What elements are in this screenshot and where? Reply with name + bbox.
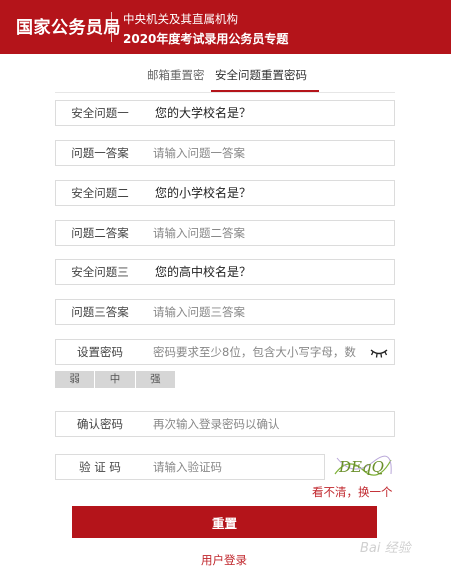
answer-1-input[interactable] xyxy=(153,143,389,163)
answer-3-row: 问题三答案 xyxy=(55,299,395,325)
user-login-link[interactable]: 用户登录 xyxy=(201,552,247,568)
captcha-input[interactable] xyxy=(153,457,321,477)
header-divider xyxy=(111,12,112,42)
active-tab-indicator xyxy=(211,90,319,92)
header-bar: 国家公务员局 中央机关及其直属机构 2020年度考试录用公务员专题 xyxy=(0,0,451,54)
confirm-password-input[interactable] xyxy=(153,414,389,434)
reset-method-tabs: 邮箱重置密 安全问题重置密码 xyxy=(0,54,451,94)
tab-email-reset[interactable]: 邮箱重置密 xyxy=(147,67,205,83)
answer-1-label: 问题一答案 xyxy=(71,146,129,160)
security-question-3-value: 您的高中校名是？ xyxy=(155,265,252,279)
tabs-baseline xyxy=(55,92,395,93)
security-question-3-row[interactable]: 安全问题三 您的高中校名是？ xyxy=(55,259,395,285)
header-subtitle-line1: 中央机关及其直属机构 xyxy=(123,12,238,26)
answer-2-input[interactable] xyxy=(153,223,389,243)
answer-3-input[interactable] xyxy=(153,302,389,322)
password-input[interactable] xyxy=(153,342,367,362)
password-row: 设置密码 xyxy=(55,339,395,365)
strength-strong: 强 xyxy=(135,371,175,388)
captcha-text: DEqQ xyxy=(338,458,384,476)
security-question-1-row[interactable]: 安全问题一 您的大学校名是？ xyxy=(55,100,395,126)
confirm-password-row: 确认密码 xyxy=(55,411,395,437)
password-strength-meter: 弱 中 强 xyxy=(55,371,175,388)
strength-medium: 中 xyxy=(95,371,136,388)
security-question-1-label: 安全问题一 xyxy=(71,106,129,120)
security-question-3-label: 安全问题三 xyxy=(71,265,129,279)
security-question-2-label: 安全问题二 xyxy=(71,186,129,200)
answer-3-label: 问题三答案 xyxy=(71,305,129,319)
brand-title: 国家公务员局 xyxy=(16,18,121,38)
answer-2-label: 问题二答案 xyxy=(71,226,129,240)
reset-button[interactable]: 重置 xyxy=(72,506,377,538)
captcha-row: 验 证 码 xyxy=(55,454,325,480)
strength-weak: 弱 xyxy=(55,371,96,388)
header-subtitle-line2: 2020年度考试录用公务员专题 xyxy=(123,32,289,46)
confirm-password-label: 确认密码 xyxy=(77,417,123,431)
security-question-1-value: 您的大学校名是？ xyxy=(155,106,252,120)
tab-security-question-reset[interactable]: 安全问题重置密码 xyxy=(215,67,307,83)
refresh-captcha-link[interactable]: 看不清，换一个 xyxy=(312,484,393,500)
watermark-logo: Bai 经验 xyxy=(360,541,411,556)
captcha-image[interactable]: DEqQ xyxy=(333,452,393,480)
password-label: 设置密码 xyxy=(77,345,123,359)
security-question-2-value: 您的小学校名是？ xyxy=(155,186,252,200)
eye-closed-icon[interactable] xyxy=(370,345,388,359)
security-question-2-row[interactable]: 安全问题二 您的小学校名是？ xyxy=(55,180,395,206)
answer-1-row: 问题一答案 xyxy=(55,140,395,166)
answer-2-row: 问题二答案 xyxy=(55,220,395,246)
captcha-label: 验 证 码 xyxy=(79,460,121,474)
